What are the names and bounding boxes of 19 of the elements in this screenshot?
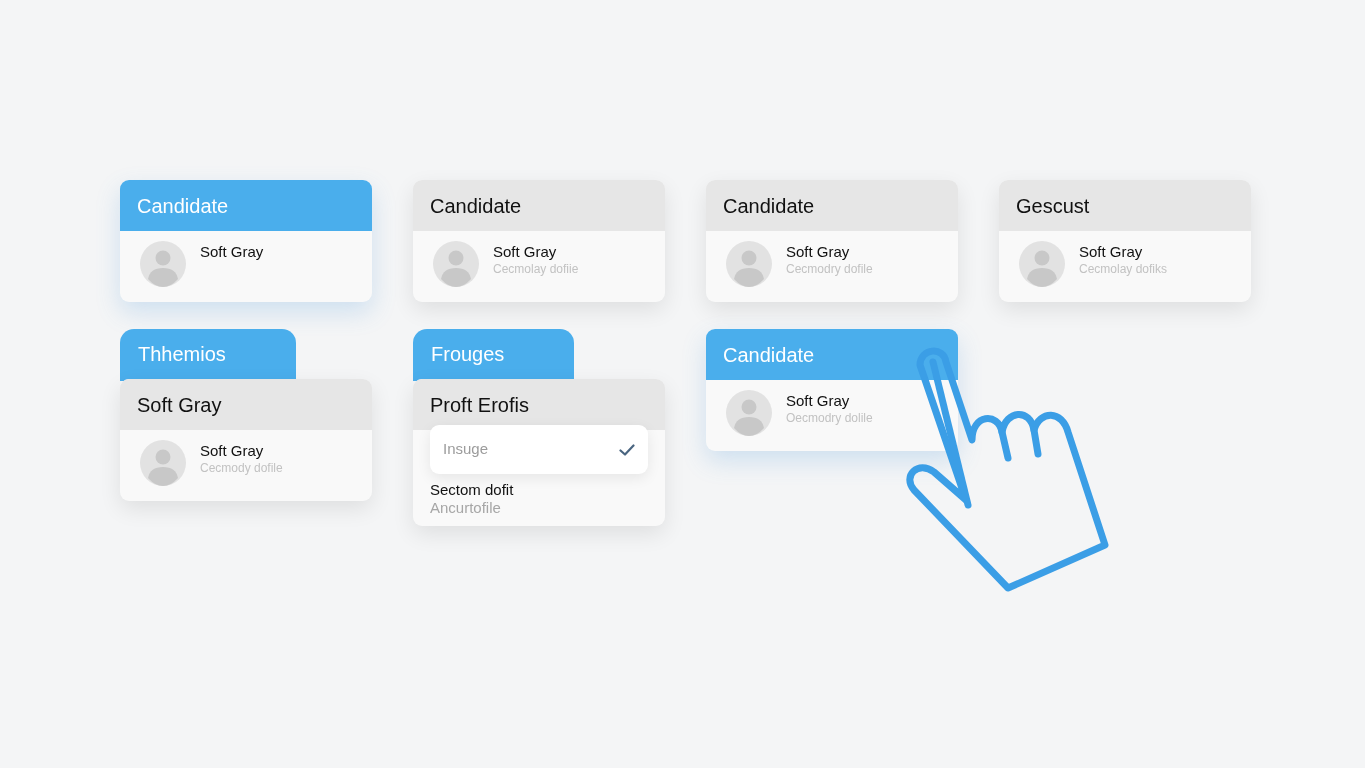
avatar-icon — [1019, 241, 1065, 287]
avatar-icon — [726, 241, 772, 287]
card-header[interactable]: Candidate — [413, 180, 665, 231]
avatar-icon — [140, 241, 186, 287]
card-header[interactable]: Proft Erofis — [413, 379, 665, 430]
person-name: Soft Gray — [786, 392, 851, 410]
card-header[interactable]: Gescust — [999, 180, 1251, 231]
option-detail: Ancurtofile — [430, 499, 502, 516]
person-name: Soft Gray — [786, 243, 851, 261]
card-header[interactable]: Soft Gray — [120, 379, 372, 430]
avatar-icon — [726, 390, 772, 436]
person-name: Soft Gray — [1079, 243, 1144, 261]
avatar-icon — [433, 241, 479, 287]
person-name: Soft Gray — [493, 243, 558, 261]
option-title: Sectom dofit — [430, 481, 515, 499]
avatar-icon — [140, 440, 186, 486]
person-name: Soft Gray — [200, 442, 265, 460]
person-name: Soft Gray — [200, 243, 264, 261]
card-header[interactable]: Candidate — [706, 180, 958, 231]
